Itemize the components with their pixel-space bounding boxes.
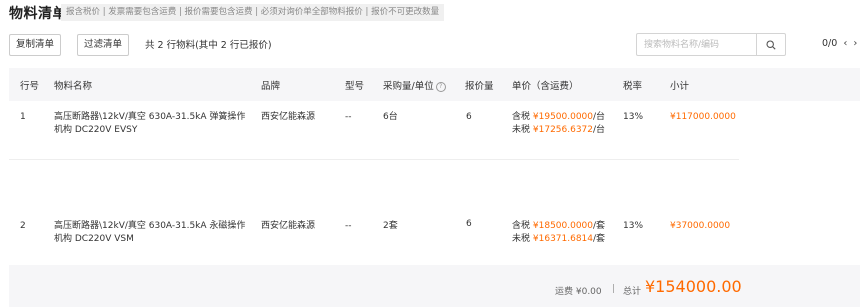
- purchase-qty: 6台: [383, 112, 398, 122]
- filter-list-button[interactable]: 过滤清单: [77, 34, 130, 56]
- row-divider: [9, 159, 739, 160]
- column-header-name: 物料名称: [54, 81, 93, 92]
- material-search: [636, 33, 786, 56]
- quote-qty: 6: [466, 112, 472, 122]
- price-unit: /套: [593, 221, 606, 231]
- material-name-line1: 高压断路器\12kV/真空 630A-31.5kA 弹簧操作: [54, 112, 246, 122]
- model: --: [345, 221, 352, 231]
- section-title: 物料清单: [9, 6, 67, 22]
- row-number: 1: [20, 112, 26, 122]
- page-indicator: 0/0: [822, 38, 838, 49]
- freight-amount: 运费 ¥0.00: [555, 287, 602, 297]
- subtotal: ¥117000.0000: [670, 112, 736, 122]
- section-header: 物料清单 报含税价 | 发票需要包含运费 | 报价需要包含运费 | 必须对询价单…: [0, 0, 860, 26]
- column-header-brand: 品牌: [261, 81, 281, 92]
- help-icon[interactable]: ?: [435, 81, 446, 92]
- search-input[interactable]: [637, 34, 758, 55]
- next-page-icon[interactable]: ›: [853, 38, 857, 49]
- column-header-subtotal: 小计: [670, 81, 690, 92]
- column-header-tax: 税率: [623, 81, 643, 92]
- price-tax-excl-label: 未税: [512, 125, 531, 135]
- row-number: 2: [20, 221, 26, 231]
- search-button[interactable]: [756, 34, 785, 55]
- model: --: [345, 112, 352, 122]
- column-header-price: 单价（含运费）: [512, 81, 579, 92]
- total-label: 总计: [623, 287, 642, 297]
- material-name-line2: 机构 DC220V VSM: [54, 234, 134, 244]
- column-header-model: 型号: [345, 81, 365, 92]
- material-name-line1: 高压断路器\12kV/真空 630A-31.5kA 永磁操作: [54, 221, 246, 231]
- pager: 0/0 ‹ ›: [822, 38, 857, 49]
- price-tax-incl: ¥18500.0000: [532, 221, 594, 231]
- brand: 西安亿能森源: [261, 112, 316, 122]
- material-name: 高压断路器\12kV/真空 630A-31.5kA 弹簧操作 机构 DC220V…: [54, 111, 245, 137]
- footer-separator: |: [612, 284, 616, 294]
- price-tax-excl-label: 未税: [512, 234, 531, 244]
- tax-rate: 13%: [623, 112, 644, 122]
- unit-price: 含税 ¥19500.0000/台 未税 ¥17256.6372/台: [512, 111, 605, 137]
- subtotal: ¥37000.0000: [670, 221, 731, 231]
- search-icon: [766, 39, 776, 50]
- column-header-qty-label: 采购量/单位: [383, 81, 434, 92]
- price-tax-excl: ¥16371.6814: [532, 234, 594, 244]
- total-amount: ¥154000.00: [645, 277, 742, 296]
- quote-qty: 6: [466, 219, 472, 229]
- price-unit: /套: [593, 234, 606, 244]
- unit-price: 含税 ¥18500.0000/套 未税 ¥16371.6814/套: [512, 220, 605, 246]
- column-header-row-no: 行号: [20, 81, 40, 92]
- item-count-summary: 共 2 行物料(其中 2 行已报价): [145, 40, 272, 51]
- tax-rate: 13%: [623, 221, 644, 231]
- price-tax-excl: ¥17256.6372: [532, 125, 594, 135]
- price-tax-incl: ¥19500.0000: [532, 112, 594, 122]
- material-name-line2: 机构 DC220V EVSY: [54, 125, 138, 135]
- material-name: 高压断路器\12kV/真空 630A-31.5kA 永磁操作 机构 DC220V…: [54, 220, 245, 246]
- prev-page-icon[interactable]: ‹: [843, 38, 847, 49]
- column-header-quote-qty: 报价量: [465, 81, 494, 92]
- table-header: 行号 物料名称 品牌 型号 采购量/单位? 报价量 单价（含运费） 税率 小计: [9, 68, 860, 101]
- quote-rules-notice: 报含税价 | 发票需要包含运费 | 报价需要包含运费 | 必须对询价单全部物料报…: [61, 4, 445, 21]
- price-unit: /台: [593, 125, 606, 135]
- brand: 西安亿能森源: [261, 221, 316, 231]
- purchase-qty: 2套: [383, 221, 398, 231]
- column-header-qty: 采购量/单位?: [383, 78, 446, 92]
- price-tax-incl-label: 含税: [512, 112, 531, 122]
- price-tax-incl-label: 含税: [512, 221, 531, 231]
- price-unit: /台: [593, 112, 606, 122]
- copy-list-button[interactable]: 复制清单: [9, 34, 62, 56]
